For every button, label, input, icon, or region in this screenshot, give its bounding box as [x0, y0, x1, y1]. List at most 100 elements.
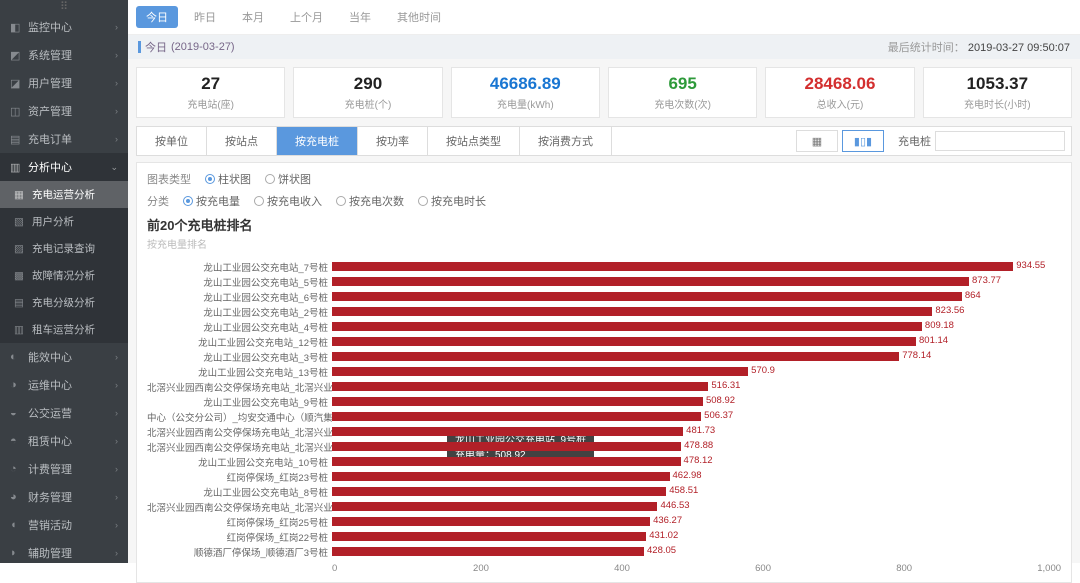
axis-tick: 1,000: [1037, 563, 1061, 574]
sidebar-item-租赁中心[interactable]: ◓租赁中心›: [0, 427, 128, 455]
radio-label: 柱状图: [218, 171, 251, 187]
bar-fill: [332, 337, 916, 346]
radio-label: 按充电量: [196, 193, 240, 209]
bar-row[interactable]: 龙山工业园公交充电站_3号桩778.14: [147, 349, 1061, 364]
category-radio-按充电收入[interactable]: 按充电收入: [254, 193, 322, 209]
bar-fill: [332, 427, 683, 436]
bar-row[interactable]: 龙山工业园公交充电站_9号桩508.92: [147, 394, 1061, 409]
bar-category: 龙山工业园公交充电站_8号桩: [147, 485, 332, 499]
sidebar-item-分析中心[interactable]: ▥分析中心⌄: [0, 153, 128, 181]
bar-row[interactable]: 龙山工业园公交充电站_10号桩478.12: [147, 454, 1061, 469]
sidebar-item-充电订单[interactable]: ▤充电订单›: [0, 125, 128, 153]
chevron-right-icon: ›: [115, 22, 118, 32]
bar-track: 428.05: [332, 547, 1061, 556]
chevron-right-icon: ›: [115, 408, 118, 418]
filter-input[interactable]: [935, 131, 1065, 151]
kpi-label: 充电量(kWh): [456, 96, 595, 111]
category-radio-按充电次数[interactable]: 按充电次数: [336, 193, 404, 209]
bar-row[interactable]: 龙山工业园公交充电站_8号桩458.51: [147, 484, 1061, 499]
bar-row[interactable]: 中心（公交分公司）_均安交通中心（顺汽集团）2号桩506.37: [147, 409, 1061, 424]
sidebar-item-资产管理[interactable]: ◫资产管理›: [0, 97, 128, 125]
bar-row[interactable]: 北滘兴业园西南公交停保场充电站_北滘兴业园3号桩 481.73: [147, 424, 1061, 439]
sidebar-item-故障情况分析[interactable]: ▩ 故障情况分析: [0, 262, 128, 289]
sidebar-item-公交运营[interactable]: ◒公交运营›: [0, 399, 128, 427]
bar-fill: [332, 352, 899, 361]
bar-row[interactable]: 红岗停保场_红岗25号桩436.27: [147, 514, 1061, 529]
view-chart-button[interactable]: ▮▯▮: [842, 130, 884, 152]
dim-tab-按站点类型[interactable]: 按站点类型: [428, 127, 520, 155]
bar-value: 462.98: [673, 470, 702, 481]
view-table-button[interactable]: ▦: [796, 130, 838, 152]
bar-row[interactable]: 北滘兴业园西南公交停保场充电站_北滘兴业园2号桩478.88: [147, 439, 1061, 454]
sidebar-item-用户分析[interactable]: ▧用户分析: [0, 208, 128, 235]
sidebar-item-租车运营分析[interactable]: ▥租车运营分析: [0, 316, 128, 343]
sidebar-item-监控中心[interactable]: ◧监控中心›: [0, 13, 128, 41]
dimension-bar: 按单位按站点按充电桩按功率按站点类型按消费方式 ▦ ▮▯▮ 充电桩: [136, 126, 1072, 156]
chart-type-radio-饼状图[interactable]: 饼状图: [265, 171, 311, 187]
time-tab-本月[interactable]: 本月: [232, 6, 274, 28]
dim-tab-按站点[interactable]: 按站点: [207, 127, 277, 155]
bar-row[interactable]: 龙山工业园公交充电站_7号桩934.55: [147, 259, 1061, 274]
bar-category: 北滘兴业园西南公交停保场充电站_北滘兴业园2号桩: [147, 440, 332, 454]
bar-row[interactable]: 龙山工业园公交充电站_6号桩864: [147, 289, 1061, 304]
dim-tab-按充电桩[interactable]: 按充电桩: [277, 127, 358, 155]
sidebar-item-label: 故障情况分析: [32, 268, 95, 283]
filter-label: 充电桩: [898, 133, 931, 149]
bar-row[interactable]: 龙山工业园公交充电站_5号桩873.77: [147, 274, 1061, 289]
time-tab-昨日[interactable]: 昨日: [184, 6, 226, 28]
radio-label: 饼状图: [278, 171, 311, 187]
bar-fill: [332, 457, 681, 466]
sidebar-item-用户管理[interactable]: ◪用户管理›: [0, 69, 128, 97]
bar-value: 481.73: [686, 425, 715, 436]
sidebar-item-运维中心[interactable]: ◑运维中心›: [0, 371, 128, 399]
bar-category: 北滘兴业园西南公交停保场充电站_北滘兴业园4号桩: [147, 500, 332, 514]
bar-row[interactable]: 龙山工业园公交充电站_4号桩809.18: [147, 319, 1061, 334]
bar-row[interactable]: 龙山工业园公交充电站_12号桩801.14: [147, 334, 1061, 349]
stat-time-label: 最后统计时间：: [888, 42, 965, 54]
sidebar-item-充电记录查询[interactable]: ▨充电记录查询: [0, 235, 128, 262]
category-radio-按充电量[interactable]: 按充电量: [183, 193, 240, 209]
nav-icon: ◧: [10, 21, 22, 34]
x-axis: 02004006008001,000: [147, 563, 1061, 574]
sidebar-collapse-handle[interactable]: ⠿: [0, 0, 128, 13]
dim-tab-按功率[interactable]: 按功率: [358, 127, 428, 155]
sidebar-item-label: 系统管理: [28, 47, 72, 63]
content-panel: 图表类型 柱状图饼状图 分类 按充电量按充电收入按充电次数按充电时长 前20个充…: [136, 162, 1072, 583]
time-tab-上个月[interactable]: 上个月: [280, 6, 333, 28]
radio-icon: [254, 196, 264, 206]
bar-row[interactable]: 红岗停保场_红岗23号桩462.98: [147, 469, 1061, 484]
sidebar-item-充电运营分析[interactable]: ▦充电运营分析: [0, 181, 128, 208]
bar-category: 北滘兴业园西南公交停保场充电站_北滘兴业园3号桩: [147, 425, 332, 439]
bar-row[interactable]: 红岗停保场_红岗22号桩431.02: [147, 529, 1061, 544]
bar-fill: [332, 397, 703, 406]
bar-value: 446.53: [660, 500, 689, 511]
bar-row[interactable]: 龙山工业园公交充电站_13号桩570.9: [147, 364, 1061, 379]
bar-track: 864: [332, 292, 1061, 301]
sidebar-item-label: 用户分析: [32, 214, 74, 229]
dim-tab-按消费方式[interactable]: 按消费方式: [520, 127, 612, 155]
bar-row[interactable]: 北滘兴业园西南公交停保场充电站_北滘兴业园5号桩516.31: [147, 379, 1061, 394]
dim-tab-按单位[interactable]: 按单位: [137, 127, 207, 155]
bar-row[interactable]: 龙山工业园公交充电站_2号桩823.56: [147, 304, 1061, 319]
time-tab-其他时间[interactable]: 其他时间: [387, 6, 451, 28]
radio-icon: [336, 196, 346, 206]
sidebar-item-充电分级分析[interactable]: ▤充电分级分析: [0, 289, 128, 316]
bar-fill: [332, 262, 1013, 271]
sidebar-item-财务管理[interactable]: ◕财务管理›: [0, 483, 128, 511]
bar-value: 508.92: [706, 395, 735, 406]
nav-icon: ▩: [14, 270, 26, 282]
time-tab-今日[interactable]: 今日: [136, 6, 178, 28]
radio-icon: [265, 174, 275, 184]
category-radio-按充电时长[interactable]: 按充电时长: [418, 193, 486, 209]
sidebar-item-能效中心[interactable]: ◐能效中心›: [0, 343, 128, 371]
chart-type-radio-柱状图[interactable]: 柱状图: [205, 171, 251, 187]
time-tab-当年[interactable]: 当年: [339, 6, 381, 28]
bar-track: 446.53: [332, 502, 1061, 511]
kpi-value: 1053.37: [928, 74, 1067, 94]
bar-row[interactable]: 北滘兴业园西南公交停保场充电站_北滘兴业园4号桩 446.53: [147, 499, 1061, 514]
sidebar-item-计费管理[interactable]: ◔计费管理›: [0, 455, 128, 483]
bar-row[interactable]: 顺德酒厂停保场_顺德酒厂3号桩428.05: [147, 544, 1061, 559]
sidebar-item-营销活动[interactable]: ◖营销活动›: [0, 511, 128, 539]
bar-track: 478.88: [332, 442, 1061, 451]
sidebar-item-系统管理[interactable]: ◩系统管理›: [0, 41, 128, 69]
